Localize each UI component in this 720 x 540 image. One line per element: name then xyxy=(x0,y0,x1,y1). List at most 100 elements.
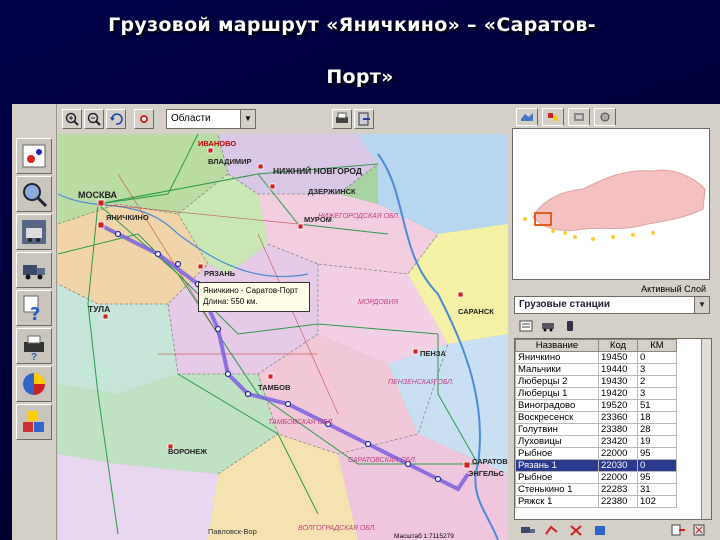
station-code-cell: 22000 xyxy=(598,471,638,484)
station-km-cell: 3 xyxy=(637,387,677,400)
station-km-cell: 3 xyxy=(637,363,677,376)
table-row[interactable]: Люберцы 1 19420 3 xyxy=(515,387,677,400)
table-row[interactable]: Рязань 1 22030 0 xyxy=(515,459,677,472)
tab-layers[interactable] xyxy=(568,108,590,126)
map-label: САРАТОВ xyxy=(472,457,508,466)
table-row[interactable]: Рыбное 22000 95 xyxy=(515,471,677,484)
table-row[interactable]: Яничкино 19450 0 xyxy=(515,351,677,364)
route-info-tooltip: Яничкино - Саратов-Порт Длина: 550 км. xyxy=(198,282,310,312)
list-icon[interactable] xyxy=(516,318,536,334)
overview-minimap[interactable] xyxy=(512,128,710,280)
map-label: ИВАНОВО xyxy=(198,139,236,148)
station-name-cell: Рыбное xyxy=(515,447,599,460)
map-scale-label: Масштаб 1:7115279 xyxy=(394,532,454,540)
map-toolbar: Области ▼ xyxy=(58,104,508,135)
bottom-toolbar xyxy=(514,520,714,540)
slide-title-line-2: Порт» xyxy=(326,66,394,88)
truck-icon[interactable] xyxy=(16,252,52,288)
exit-icon[interactable] xyxy=(354,109,374,129)
truck-icon[interactable] xyxy=(518,522,538,538)
zoom-in-icon[interactable] xyxy=(62,109,82,129)
map-label: ЭНГЕЛЬС xyxy=(468,469,504,478)
table-row[interactable]: Мальчики 19440 3 xyxy=(515,363,677,376)
active-layer-label: Активный Слой xyxy=(641,284,706,294)
station-name-cell: Воскресенск xyxy=(515,411,599,424)
map-label: Павловск-Вор xyxy=(208,527,257,536)
printer-icon[interactable]: ? xyxy=(16,328,52,364)
map-view[interactable]: ИВАНОВО НИЖНИЙ НОВГОРОД МОСКВА ЯНИЧКИНО … xyxy=(58,134,508,540)
map-label: НИЖЕГОРОДСКАЯ ОБЛ. xyxy=(318,213,400,220)
map-label: САРАТОВСКАЯ ОБЛ. xyxy=(348,457,417,464)
gis-application-window: ? ? Области ▼ ИВАНОВО НИЖНИЙ НОВГОРОД МО… xyxy=(12,104,720,540)
column-header-code[interactable]: Код xyxy=(598,339,638,352)
station-name-cell: Ряжск 1 xyxy=(515,495,599,508)
table-row[interactable]: Ряжск 1 22380 102 xyxy=(515,495,677,508)
chevron-down-icon: ▼ xyxy=(240,110,255,128)
undo-icon[interactable] xyxy=(106,109,126,129)
find-icon[interactable] xyxy=(16,176,52,212)
left-toolbar: ? ? xyxy=(12,104,57,540)
station-name-cell: Рязань 1 xyxy=(515,459,599,472)
column-header-km[interactable]: КМ xyxy=(637,339,677,352)
station-code-cell: 22000 xyxy=(598,447,638,460)
table-row[interactable]: Рыбное 22000 95 xyxy=(515,447,677,460)
station-km-cell: 51 xyxy=(637,399,677,412)
station-code-cell: 22030 xyxy=(598,459,638,472)
station-km-cell: 31 xyxy=(637,483,677,496)
table-row[interactable]: Виноградово 19520 51 xyxy=(515,399,677,412)
route-length: Длина: 550 км. xyxy=(203,297,258,306)
cube-icon[interactable] xyxy=(590,522,610,538)
station-code-cell: 22380 xyxy=(598,495,638,508)
tab-tools[interactable] xyxy=(594,108,616,126)
phone-icon[interactable] xyxy=(560,318,580,334)
svg-text:?: ? xyxy=(30,304,40,322)
station-km-cell: 95 xyxy=(637,447,677,460)
station-km-cell: 95 xyxy=(637,471,677,484)
station-km-cell: 0 xyxy=(637,351,677,364)
map-select-icon[interactable] xyxy=(16,138,52,174)
station-code-cell: 19450 xyxy=(598,351,638,364)
map-label: ТАМБОВ xyxy=(258,383,291,392)
station-km-cell: 102 xyxy=(637,495,677,508)
station-name-cell: Голутвин xyxy=(515,423,599,436)
map-label: ВОРОНЕЖ xyxy=(168,447,207,456)
tab-overview-map[interactable] xyxy=(516,108,538,126)
zoom-out-icon[interactable] xyxy=(84,109,104,129)
export-icon[interactable] xyxy=(668,522,688,538)
table-scrollbar[interactable] xyxy=(701,339,711,519)
print-icon[interactable] xyxy=(332,109,352,129)
table-row[interactable]: Луховицы 23420 19 xyxy=(515,435,677,448)
layer-select[interactable]: Области ▼ xyxy=(166,109,256,129)
column-header-name[interactable]: Название xyxy=(515,339,599,352)
station-km-cell: 2 xyxy=(637,375,677,388)
active-layer-select[interactable]: Грузовые станции ▼ xyxy=(514,296,710,314)
map-label: САРАНСК xyxy=(458,307,494,316)
map-label: МОСКВА xyxy=(78,190,118,200)
table-row[interactable]: Воскресенск 23360 18 xyxy=(515,411,677,424)
station-name-cell: Виноградово xyxy=(515,399,599,412)
cubes-icon[interactable] xyxy=(16,404,52,440)
station-code-cell: 19520 xyxy=(598,399,638,412)
table-row[interactable]: Голутвин 23380 28 xyxy=(515,423,677,436)
table-row[interactable]: Люберцы 2 19430 2 xyxy=(515,375,677,388)
tab-legend[interactable] xyxy=(542,108,564,126)
map-label: ПЕНЗЕНСКАЯ ОБЛ. xyxy=(388,379,454,386)
table-row[interactable]: Стенькино 1 22283 31 xyxy=(515,483,677,496)
delete-icon[interactable] xyxy=(566,522,586,538)
svg-text:?: ? xyxy=(31,352,37,360)
station-name-cell: Люберцы 1 xyxy=(515,387,599,400)
train-icon[interactable] xyxy=(538,318,558,334)
station-name-cell: Люберцы 2 xyxy=(515,375,599,388)
train-icon[interactable] xyxy=(16,214,52,250)
close-icon[interactable] xyxy=(690,522,710,538)
pie-chart-icon[interactable] xyxy=(16,366,52,402)
station-name-cell: Рыбное xyxy=(515,471,599,484)
question-icon[interactable]: ? xyxy=(16,290,52,326)
route-icon[interactable] xyxy=(542,522,562,538)
right-panel: Активный Слой Грузовые станции ▼ Названи… xyxy=(510,104,720,540)
station-km-cell: 0 xyxy=(637,459,677,472)
station-code-cell: 19430 xyxy=(598,375,638,388)
chevron-down-icon: ▼ xyxy=(694,297,709,313)
map-label: РЯЗАНЬ xyxy=(204,269,236,278)
layers-icon[interactable] xyxy=(134,109,154,129)
